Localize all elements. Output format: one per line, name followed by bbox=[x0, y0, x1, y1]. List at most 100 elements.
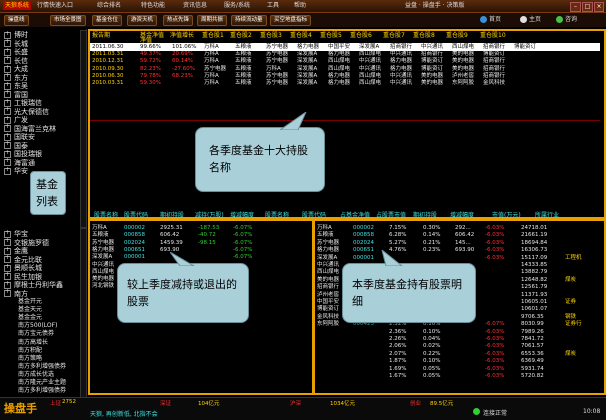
menu-tools[interactable]: 工具 bbox=[267, 1, 279, 11]
tree-node[interactable]: 华安 bbox=[4, 166, 28, 175]
table-row[interactable]: 五粮液 000858 6.28% 0.14% 606.42 -6.03% 21661.19 bbox=[315, 231, 600, 238]
table-row[interactable]: 2.26% 0.04% -6.03% 7841.72 bbox=[315, 335, 600, 342]
callout-bottom-right-tail bbox=[381, 250, 403, 266]
nav-main[interactable]: 主页 bbox=[520, 15, 541, 25]
table-row[interactable]: 2011.03.31 49.37% 20.69% 万科A 五粮液 苏宁电器 深发展A 格力电器… bbox=[90, 50, 600, 57]
tree-leaf[interactable]: 南方多利增强债券 bbox=[18, 387, 66, 395]
status-connection: 连接正常 bbox=[483, 410, 508, 417]
toolbar-btn-4[interactable]: 热点先锋 bbox=[163, 15, 194, 26]
nav-home[interactable]: 首页 bbox=[480, 15, 501, 25]
toolbar-btn-0[interactable]: 操盘线 bbox=[4, 15, 29, 26]
toolbar-btn-5[interactable]: 周期共振 bbox=[197, 15, 228, 26]
stock-name: 东阿阿胶 bbox=[452, 80, 475, 86]
table-row[interactable]: 2010.09.30 82.23% -27.60% 苏宁电器 五粮液 万科A 深发展A 西山煤… bbox=[90, 65, 600, 72]
tree-node[interactable]: 光大保德信 bbox=[4, 106, 49, 116]
tree-node-label: 富国 bbox=[14, 90, 28, 99]
tree-leaf[interactable]: 南方成长优选 bbox=[18, 371, 54, 379]
table-row[interactable]: 万科A 000002 2925.31 -187.53 -6.07% bbox=[90, 224, 308, 231]
table-row[interactable]: 1.69% 0.05% -6.03% 5931.74 bbox=[315, 365, 600, 372]
tree-node-label: 大成 bbox=[14, 65, 28, 73]
column-header: 股票代码 bbox=[302, 212, 327, 219]
status-brand: 操盘手 bbox=[4, 402, 37, 415]
callout-top-tail bbox=[280, 112, 307, 130]
table-row[interactable]: 格力电器 000651 4.76% 0.23% 693.90 -6.03% 16306.73 bbox=[315, 246, 600, 253]
tree-leaf[interactable]: 基金金元 bbox=[18, 314, 42, 322]
stock-name: 苏宁电器 bbox=[266, 80, 289, 86]
tree-node-label: 长信 bbox=[14, 56, 28, 65]
table-row[interactable]: 2.36% 0.10% -6.03% 7989.26 bbox=[315, 328, 600, 335]
grid-line bbox=[90, 120, 600, 121]
table-row[interactable]: 2.06% 0.02% -6.03% 7061.57 bbox=[315, 342, 600, 349]
expand-icon[interactable] bbox=[4, 166, 11, 175]
menu-quick-entry[interactable]: 行情快速入口 bbox=[37, 1, 73, 11]
pct-of-nav: 1.67% bbox=[389, 373, 407, 379]
tree-scrollbar-bottom[interactable] bbox=[80, 228, 87, 398]
toolbar-btn-7[interactable]: 买空地盘指标 bbox=[270, 15, 312, 26]
stock-name: 五粮液 bbox=[235, 80, 252, 86]
nav-consult[interactable]: 咨询 bbox=[556, 15, 577, 25]
column-header: 市值(万元) bbox=[492, 212, 521, 219]
table-row[interactable]: 苏宁电器 002024 1459.39 -98.15 -6.07% bbox=[90, 239, 308, 246]
tree-leaf[interactable]: 南方宝元债券 bbox=[18, 330, 54, 338]
menu-info[interactable]: 资讯信息 bbox=[183, 1, 207, 11]
callout-bottom-right: 本季度基金持有股票明细 bbox=[342, 263, 476, 323]
table-row[interactable]: 2010.12.31 59.72% 60.14% 万科A 五粮液 苏宁电器 深发展A 西山煤电… bbox=[90, 57, 600, 64]
minimize-button[interactable]: – bbox=[570, 2, 581, 12]
table-row[interactable]: 深发展A 000001 -6.03% 15117.09 工程机 bbox=[315, 254, 600, 261]
column-header: 减持(万股) bbox=[195, 212, 224, 219]
menu-service[interactable]: 服务/系统 bbox=[224, 1, 250, 11]
table-row[interactable]: 2010.03.31 59.30% 万科A 五粮液 苏宁电器 深发展A 格力电器 西山煤电 中兴… bbox=[90, 79, 600, 86]
stock-name: 美的电器 bbox=[421, 80, 444, 86]
menu-help[interactable]: 帮助 bbox=[294, 1, 306, 11]
tree-node-label: 工银瑞信 bbox=[14, 99, 42, 107]
tree-node[interactable]: 国海富兰克林 bbox=[4, 123, 56, 133]
tree-leaf[interactable]: 基金开元 bbox=[18, 298, 42, 306]
table-row[interactable]: 1.67% 0.05% -6.03% 5720.82 bbox=[315, 372, 600, 379]
column-header: 重仓股2 bbox=[230, 32, 252, 39]
menu-ranking[interactable]: 综合排名 bbox=[97, 1, 121, 11]
toolbar-btn-3[interactable]: 游资天机 bbox=[127, 15, 158, 26]
table-row[interactable]: 苏宁电器 002024 5.27% 0.21% 145... -6.03% 18694.84 bbox=[315, 239, 600, 246]
change-pct: -6.03% bbox=[485, 373, 505, 379]
callout-bottom-left: 较上季度减持或退出的股票 bbox=[117, 263, 249, 323]
tree-node-label: 博时 bbox=[14, 31, 28, 39]
tree-node-label: 南方 bbox=[14, 289, 28, 298]
close-button[interactable]: × bbox=[594, 2, 604, 12]
stock-name: 金风科技 bbox=[483, 80, 506, 86]
table-row[interactable]: 2.07% 0.22% -6.03% 6553.36 煤炭 bbox=[315, 350, 600, 357]
table-row[interactable]: 2011.06.30 99.66% 101.06% 万科A 五粮液 苏宁电器 格力电器 中国平… bbox=[90, 43, 600, 51]
callout-bottom-left-tail bbox=[170, 252, 195, 266]
column-header: 增减幅度 bbox=[230, 212, 255, 219]
maximize-button[interactable]: □ bbox=[582, 2, 593, 12]
column-header: 净值增长 bbox=[170, 32, 195, 39]
toolbar-btn-1[interactable]: 市场全景图 bbox=[50, 15, 86, 26]
tree-leaf[interactable]: 南方积配 bbox=[18, 347, 42, 355]
tree-leaf[interactable]: 南方隆元产业主题 bbox=[18, 379, 66, 387]
status-message: 天狼, 再创新低, 北指不会 bbox=[90, 411, 158, 418]
tree-node[interactable]: 交银施罗德 bbox=[4, 237, 49, 247]
tree-leaf[interactable]: 南方多利增强债券 bbox=[18, 363, 66, 371]
status-value-hs: 1034亿元 bbox=[330, 401, 355, 407]
tree-leaf[interactable]: 南方策略 bbox=[18, 355, 42, 363]
menu-features[interactable]: 特色功能 bbox=[141, 1, 165, 11]
tree-node[interactable]: 南方 bbox=[4, 288, 28, 298]
toolbar-btn-2[interactable]: 基金仓位 bbox=[92, 15, 123, 26]
tree-node[interactable]: 摩根士丹利华鑫 bbox=[4, 280, 63, 289]
status-value-sz: 104亿元 bbox=[198, 401, 220, 407]
market-value: 5720.82 bbox=[521, 373, 544, 379]
tree-node-label: 华安 bbox=[14, 167, 28, 175]
tree-leaf[interactable]: 南方高增长 bbox=[18, 339, 48, 347]
tree-scrollbar-top[interactable] bbox=[80, 30, 87, 228]
stock-name: 深发展A bbox=[297, 80, 318, 86]
table-row[interactable]: 五粮液 000858 606.42 -40.72 -6.07% bbox=[90, 231, 308, 238]
table-row[interactable]: 万科A 000002 7.15% 0.30% 292... -6.03% 24718.01 bbox=[315, 224, 600, 231]
column-header: 重仓股7 bbox=[383, 32, 405, 39]
stock-name: 中兴通讯 bbox=[390, 80, 413, 86]
table-row[interactable]: 2010.06.30 79.78% 68.23% 万科A 五粮液 苏宁电器 深发展A 格力电器… bbox=[90, 72, 600, 79]
expand-icon[interactable] bbox=[4, 288, 11, 297]
tree-leaf[interactable]: 基金天元 bbox=[18, 306, 42, 314]
table-row[interactable]: 1.87% 0.10% -6.03% 6369.49 bbox=[315, 357, 600, 364]
column-header: 重仓股8 bbox=[413, 32, 435, 39]
toolbar-btn-6[interactable]: 持续流动量 bbox=[231, 15, 267, 26]
tree-node-label: 交银施罗德 bbox=[14, 238, 49, 247]
